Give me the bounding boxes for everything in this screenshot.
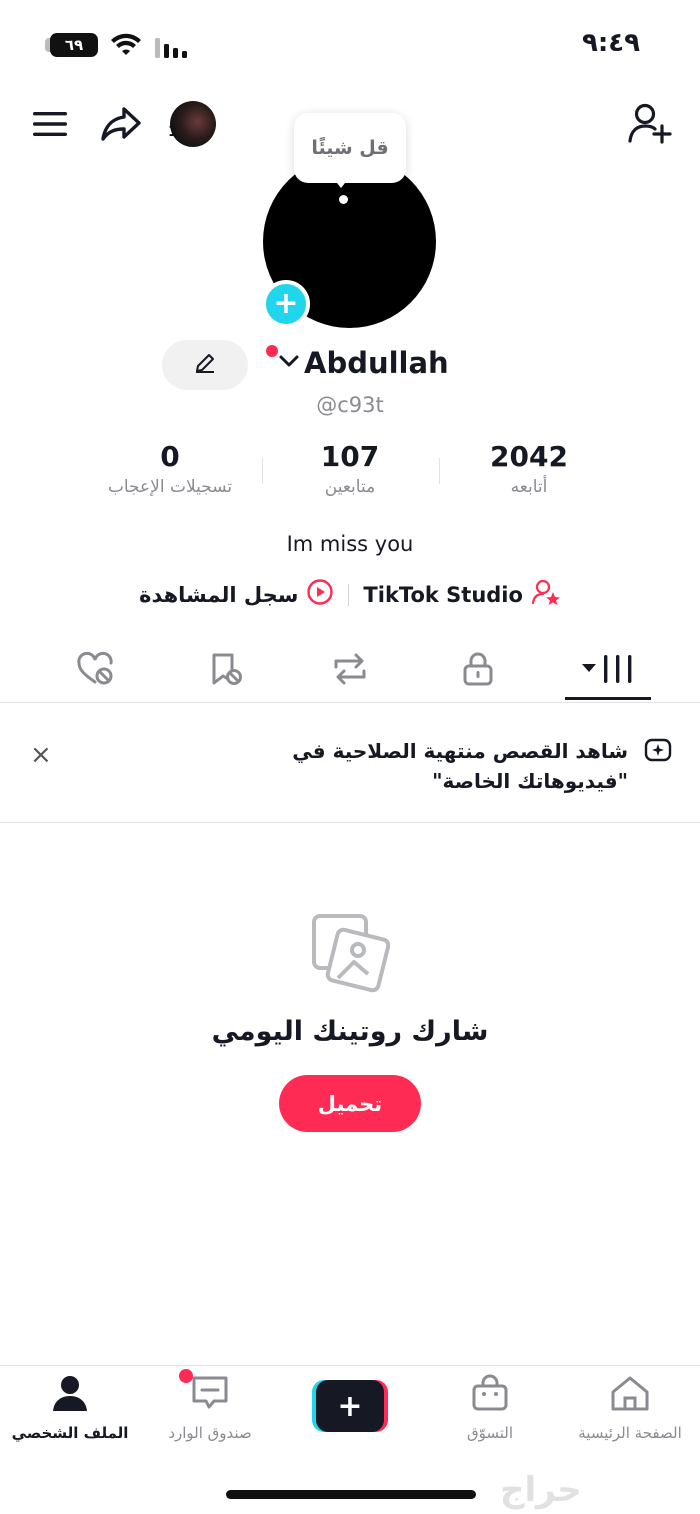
heart-lock-icon [75, 651, 115, 691]
nav-profile-label: الملف الشخصي [11, 1424, 129, 1442]
stat-following-value: 2042 [490, 440, 568, 473]
pencil-icon [193, 351, 217, 379]
tab-private[interactable] [428, 640, 528, 702]
profile-name: Abdullah [304, 346, 449, 380]
profile-bio: Im miss you [286, 532, 414, 556]
upload-button[interactable]: تحميل [279, 1075, 421, 1132]
edit-profile-button[interactable] [162, 340, 248, 390]
nav-profile[interactable]: الملف الشخصي [0, 1374, 140, 1442]
chevron-down-icon [278, 352, 300, 374]
active-tab-indicator [565, 697, 651, 700]
stat-followers[interactable]: 107 متابعين [260, 440, 440, 497]
stat-following[interactable]: 2042 أتابعه [439, 440, 619, 497]
watch-history-link[interactable]: سجل المشاهدة [139, 578, 334, 611]
add-friend-icon[interactable] [626, 100, 674, 146]
nav-inbox[interactable]: صندوق الوارد [140, 1374, 280, 1442]
profile-links: سجل المشاهدة TikTok Studio [0, 578, 700, 611]
tab-reposts[interactable] [300, 640, 400, 702]
stat-likes[interactable]: 0 تسجيلات الإعجاب [80, 440, 260, 497]
creator-star-icon [531, 578, 561, 611]
stat-likes-label: تسجيلات الإعجاب [107, 477, 233, 497]
tab-liked[interactable] [45, 640, 145, 702]
watch-history-label: سجل المشاهدة [139, 582, 299, 607]
wifi-icon [110, 33, 142, 61]
tiktok-studio-link[interactable]: TikTok Studio [363, 578, 561, 611]
create-button[interactable]: + [312, 1380, 388, 1432]
banner-text: شاهد القصص منتهية الصلاحية في "فيديوهاتك… [292, 739, 628, 793]
stat-divider [262, 458, 263, 484]
tiktok-studio-label: TikTok Studio [363, 582, 523, 607]
shopping-bag-icon [470, 1374, 510, 1416]
note-bubble[interactable]: قل شيئًا [294, 113, 406, 183]
menu-icon[interactable] [30, 106, 70, 142]
tab-favorites[interactable] [175, 640, 275, 702]
inbox-icon [190, 1374, 230, 1416]
create-plus-icon: + [316, 1380, 384, 1432]
account-notification-dot [266, 345, 278, 357]
story-star-icon [644, 736, 672, 768]
inbox-notification-dot [179, 1369, 193, 1383]
tab-videos[interactable] [558, 640, 658, 702]
lock-icon [461, 651, 495, 691]
photos-icon [310, 912, 391, 998]
repost-icon [330, 651, 370, 691]
nav-shop[interactable]: التسوّق [420, 1374, 560, 1442]
close-icon[interactable]: × [30, 740, 52, 770]
grid-dropdown-icon [580, 651, 636, 691]
story-count: 1 [168, 124, 178, 140]
status-time: ٩:٤٩ [581, 28, 640, 58]
links-divider [348, 583, 350, 606]
battery-indicator: ٦٩ [50, 33, 98, 57]
share-icon[interactable] [98, 104, 144, 144]
bookmark-hidden-icon [206, 651, 244, 691]
nav-inbox-label: صندوق الوارد [168, 1424, 252, 1442]
profile-icon [50, 1374, 90, 1416]
home-indicator[interactable] [226, 1490, 476, 1499]
empty-state-title: شارك روتينك اليومي [211, 1016, 489, 1047]
profile-username: @c93t [316, 393, 384, 417]
stat-likes-value: 0 [160, 440, 180, 473]
add-story-button[interactable]: + [262, 280, 310, 328]
content-tabs [0, 640, 700, 703]
nav-home[interactable]: الصفحة الرئيسية [560, 1374, 700, 1442]
haraj-watermark: حراج [500, 1470, 582, 1510]
account-switcher[interactable]: Abdullah [278, 346, 449, 380]
stat-following-label: أتابعه [510, 477, 548, 497]
stat-followers-value: 107 [320, 440, 380, 473]
nav-home-label: الصفحة الرئيسية [578, 1424, 682, 1442]
play-circle-icon [306, 578, 334, 611]
stat-followers-label: متابعين [324, 477, 376, 497]
note-bubble-dot [339, 195, 348, 204]
home-icon [609, 1374, 651, 1416]
signal-icon [155, 36, 189, 62]
nav-shop-label: التسوّق [466, 1424, 514, 1442]
